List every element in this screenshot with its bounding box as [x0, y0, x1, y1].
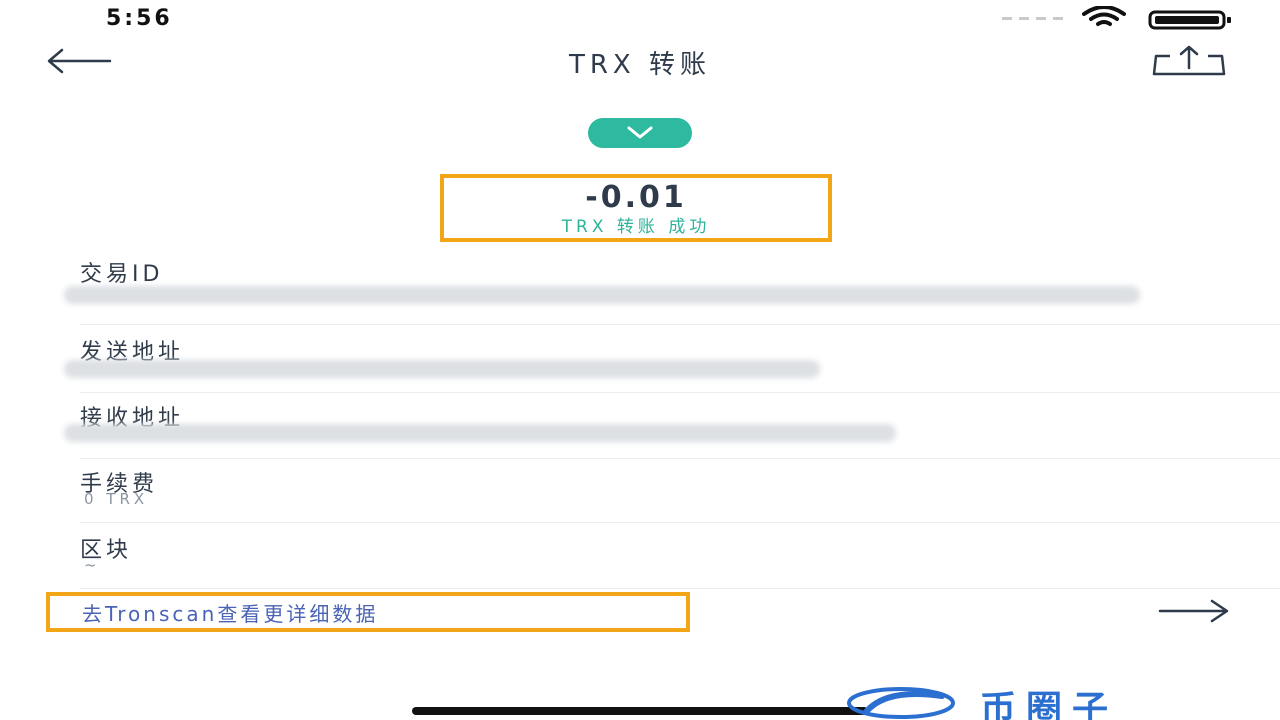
divider	[80, 324, 1280, 325]
transfer-amount: -0.01	[585, 180, 687, 215]
battery-icon	[1148, 10, 1231, 30]
divider	[80, 392, 1280, 393]
watermark-text: 币圈子	[980, 689, 1119, 720]
block-value: ~	[84, 556, 101, 574]
status-time: 5:56	[106, 6, 173, 31]
divider	[80, 458, 1280, 459]
home-indicator[interactable]	[412, 707, 868, 715]
fee-value: 0 TRX	[84, 490, 149, 508]
receiver-address-value-redacted	[64, 424, 896, 442]
checkmark-chevron-icon	[627, 126, 653, 139]
share-icon[interactable]	[1150, 44, 1228, 78]
tx-id-label: 交易ID	[80, 262, 164, 287]
page-title: TRX 转账	[568, 50, 712, 80]
wifi-icon	[1082, 6, 1126, 26]
right-arrow-icon[interactable]	[1156, 598, 1232, 624]
success-status-badge	[588, 118, 692, 148]
amount-highlight-box: -0.01 TRX 转账 成功	[440, 174, 832, 242]
transfer-status-text: TRX 转账 成功	[561, 217, 711, 237]
tronscan-link-text: 去Tronscan查看更详细数据	[82, 602, 379, 626]
transfer-detail-screen: 5:56 TRX 转账 -0.01 TRX 转账 成功 交易ID 发送地址 接收…	[0, 0, 1280, 720]
tx-id-value-redacted	[64, 286, 1140, 304]
signal-dots-icon	[1002, 17, 1063, 20]
divider	[80, 522, 1280, 523]
sender-address-value-redacted	[64, 360, 820, 378]
back-arrow-icon[interactable]	[44, 46, 114, 76]
divider	[80, 588, 1280, 589]
watermark-logo-icon	[847, 687, 955, 719]
tronscan-link[interactable]: 去Tronscan查看更详细数据	[46, 592, 690, 632]
